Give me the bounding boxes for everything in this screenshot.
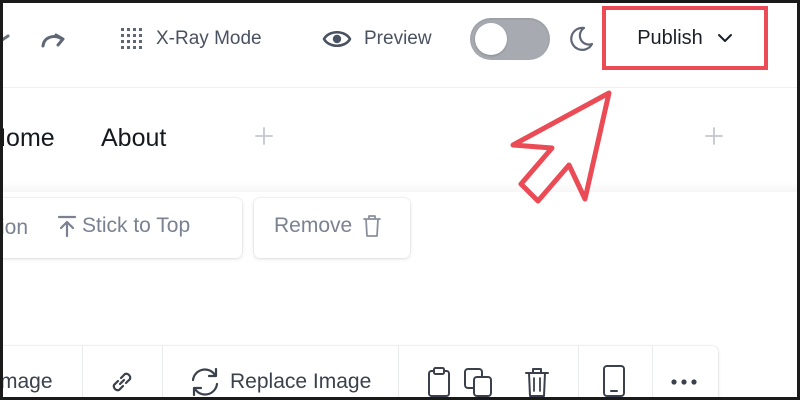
replace-image-label[interactable]: Replace Image	[230, 370, 371, 394]
nav-item-home[interactable]: Home	[0, 124, 55, 153]
toolbar-divider	[82, 346, 83, 400]
chevron-down-icon	[717, 34, 732, 42]
toolbar-divider	[398, 346, 399, 400]
preview-button[interactable]: Preview	[322, 22, 432, 56]
toolbar-divider	[652, 346, 653, 400]
nav-item-about[interactable]: About	[101, 124, 166, 153]
clipboard-icon[interactable]	[426, 366, 452, 398]
image-action-partial[interactable]: mage	[0, 370, 53, 394]
add-nav-item-icon[interactable]	[702, 124, 726, 148]
image-toolbar: mage Replace Image	[0, 346, 718, 400]
nav-shadow	[0, 182, 800, 192]
toolbar-divider	[578, 346, 579, 400]
grid-dots-icon	[121, 28, 142, 49]
redo-button[interactable]	[38, 26, 70, 54]
trash-icon[interactable]	[524, 366, 550, 398]
more-options-icon[interactable]	[670, 378, 698, 386]
annotation-arrow-icon	[510, 90, 612, 204]
preview-label: Preview	[364, 28, 432, 49]
stick-to-top-label: Stick to Top	[82, 214, 191, 237]
mobile-device-icon[interactable]	[602, 364, 626, 398]
undo-icon[interactable]	[0, 30, 10, 50]
arrow-up-to-line-icon	[57, 215, 77, 238]
site-navigation: Home About	[0, 88, 800, 192]
link-icon[interactable]	[108, 368, 136, 396]
section-actions-toolbar: ion Stick to Top	[0, 198, 242, 258]
section-remove-toolbar: Remove	[254, 198, 410, 258]
copy-icon[interactable]	[462, 366, 494, 398]
toggle-knob	[475, 23, 507, 55]
publish-button[interactable]: Publish	[602, 6, 768, 70]
redo-icon	[41, 33, 65, 48]
trash-icon	[363, 215, 382, 237]
dark-mode-toggle[interactable]	[470, 18, 550, 60]
xray-mode-label: X-Ray Mode	[156, 28, 262, 49]
toolbar-divider	[162, 346, 163, 400]
section-action-partial[interactable]: ion	[0, 216, 28, 240]
xray-mode-button[interactable]: X-Ray Mode	[120, 22, 262, 56]
remove-button[interactable]: Remove	[274, 214, 382, 238]
stick-to-top-button[interactable]: Stick to Top	[56, 214, 190, 238]
editor-toolbar: X-Ray Mode Preview Publish	[0, 0, 800, 88]
add-nav-item-icon[interactable]	[252, 124, 276, 148]
remove-label: Remove	[274, 214, 353, 237]
refresh-icon[interactable]	[188, 366, 222, 398]
moon-icon	[566, 24, 596, 54]
eye-icon	[322, 30, 352, 48]
publish-label: Publish	[637, 26, 703, 49]
